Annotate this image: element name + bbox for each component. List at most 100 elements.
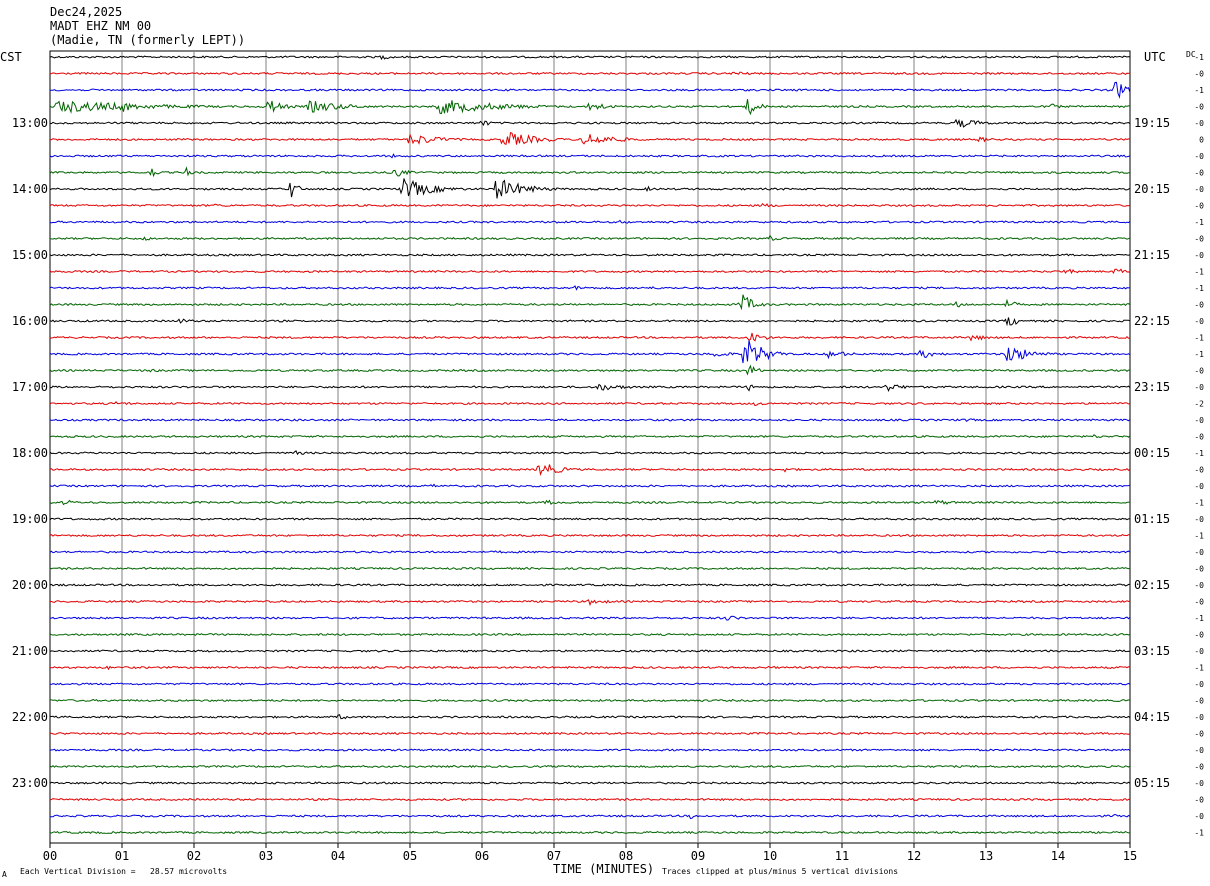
seismic-trace (49, 202, 1131, 208)
dc-offset-label: -0 (1194, 466, 1204, 475)
dc-offset-label: -0 (1194, 235, 1204, 244)
seismic-trace (49, 332, 1131, 342)
utc-hour-label: 03:15 (1134, 644, 1170, 658)
utc-hour-label: 20:15 (1134, 182, 1170, 196)
dc-offset-label: -0 (1194, 251, 1204, 260)
dc-offset-label: -1 (1194, 449, 1204, 458)
dc-offset-label: -0 (1194, 383, 1204, 392)
utc-hour-label: 00:15 (1134, 446, 1170, 460)
cst-hour-label: 15:00 (12, 248, 48, 262)
dc-offset-label: -0 (1194, 779, 1204, 788)
dc-offset-label: -0 (1194, 565, 1204, 574)
cst-hour-label: 13:00 (12, 116, 48, 130)
x-tick-label: 05 (403, 849, 417, 863)
seismic-trace (49, 364, 1130, 376)
dc-offset-label: -0 (1194, 482, 1204, 491)
seismic-trace (49, 533, 1131, 538)
seismic-trace (49, 383, 1131, 392)
x-tick-label: 01 (115, 849, 129, 863)
cst-hour-label: 16:00 (12, 314, 48, 328)
x-tick-label: 09 (691, 849, 705, 863)
seismic-trace (49, 550, 1131, 554)
seismic-trace (49, 632, 1131, 637)
seismic-trace (49, 450, 1131, 456)
utc-hour-label: 19:15 (1134, 116, 1170, 130)
seismic-trace (49, 583, 1130, 587)
dc-offset-label: -0 (1194, 317, 1204, 326)
x-tick-label: 15 (1123, 849, 1137, 863)
cst-hour-label: 23:00 (12, 776, 48, 790)
seismic-trace (49, 132, 1131, 145)
dc-offset-label: -0 (1194, 647, 1204, 656)
dc-offset-label: -0 (1194, 169, 1204, 178)
dc-offset-label: -1 (1194, 499, 1204, 508)
scale-note: Each Vertical Division = 28.57 microvolt… (20, 867, 228, 876)
seismic-trace (49, 418, 1131, 422)
seismic-trace (49, 464, 1131, 477)
dc-offset-label: -0 (1194, 433, 1204, 442)
seismic-trace (49, 483, 1131, 488)
seismic-trace (49, 166, 1131, 178)
seismic-trace (49, 118, 1131, 128)
dc-offset-label: 0 (1199, 136, 1204, 145)
dc-offset-label: -1 (1194, 664, 1204, 673)
dc-offset-label: -0 (1194, 697, 1204, 706)
dc-offset-label: -2 (1194, 400, 1204, 409)
seismic-trace (50, 81, 1131, 99)
seismic-trace (49, 178, 1131, 199)
dc-offset-label: -0 (1194, 367, 1204, 376)
cst-hour-label: 20:00 (12, 578, 48, 592)
dc-offset-label: -1 (1194, 334, 1204, 343)
seismic-trace (49, 813, 1131, 820)
dc-offset-label: -1 (1194, 614, 1204, 623)
dc-offset-label: -0 (1194, 185, 1204, 194)
seismic-trace (49, 340, 1131, 364)
x-tick-label: 00 (43, 849, 57, 863)
x-axis-title: TIME (MINUTES) (553, 862, 655, 876)
seismic-trace (49, 317, 1131, 327)
x-tick-label: 11 (835, 849, 849, 863)
dc-offset-label: -0 (1194, 202, 1204, 211)
seismogram-plot: 00 01 02 03 04 05 06 07 08 09 10 11 12 13 14 15 -1 -0 -1 -0… (12, 50, 1204, 863)
clip-note: Traces clipped at plus/minus 5 vertical … (662, 867, 899, 876)
utc-hour-label: 22:15 (1134, 314, 1170, 328)
seismic-trace (49, 268, 1131, 275)
plot-frame (49, 50, 1131, 844)
dc-offset-label: -1 (1194, 53, 1204, 62)
seismic-trace (50, 599, 1131, 607)
seismic-trace (50, 698, 1131, 703)
x-tick-label: 06 (475, 849, 489, 863)
seismic-trace (49, 566, 1131, 571)
seismic-trace (49, 682, 1131, 686)
dc-offset-label: -1 (1194, 268, 1204, 277)
x-tick-label: 13 (979, 849, 993, 863)
utc-hour-label: 01:15 (1134, 512, 1170, 526)
dc-offset-label: -0 (1194, 70, 1204, 79)
seismic-trace (49, 714, 1131, 720)
x-tick-label: 07 (547, 849, 561, 863)
seismic-trace (49, 99, 1131, 116)
dc-offset-label: -0 (1194, 598, 1204, 607)
utc-hour-label: 02:15 (1134, 578, 1170, 592)
seismic-trace (49, 731, 1131, 736)
seismic-trace (49, 499, 1131, 506)
utc-hour-label: 21:15 (1134, 248, 1170, 262)
seismic-trace (49, 253, 1131, 257)
seismic-trace (49, 71, 1131, 76)
dc-offset-label: -0 (1194, 730, 1204, 739)
dc-offset-label: -1 (1194, 829, 1204, 838)
utc-hour-label: 04:15 (1134, 710, 1170, 724)
seismic-trace (49, 153, 1131, 159)
seismic-trace (49, 615, 1131, 621)
utc-hour-label: 23:15 (1134, 380, 1170, 394)
seismic-trace (49, 294, 1131, 311)
dc-offset-label: -0 (1194, 301, 1204, 310)
x-tick-label: 12 (907, 849, 921, 863)
x-tick-label: 08 (619, 849, 633, 863)
dc-offset-label: -0 (1194, 763, 1204, 772)
x-tick-label: 10 (763, 849, 777, 863)
seismic-trace (49, 401, 1131, 407)
seismic-trace (49, 781, 1131, 785)
seismic-trace (49, 55, 1131, 61)
utc-hour-label: 05:15 (1134, 776, 1170, 790)
